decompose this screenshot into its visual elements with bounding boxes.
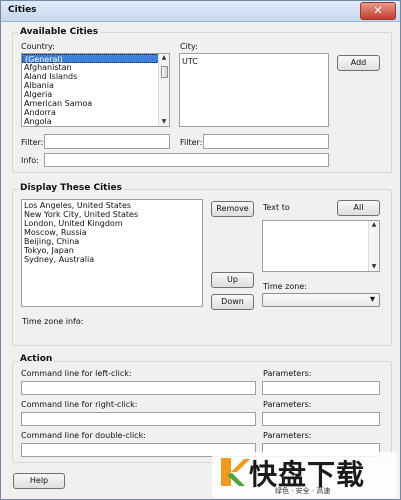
country-scrollbar[interactable]: ▲ ▼	[158, 54, 169, 126]
left-click-label: Command line for left-click:	[21, 369, 132, 378]
city-list[interactable]: UTC	[179, 53, 329, 127]
scroll-down-icon[interactable]: ▼	[160, 118, 168, 126]
kuaipan-watermark: 快盘下载 绿色 · 安全 · 高速	[212, 452, 397, 498]
scroll-up-icon[interactable]: ▲	[160, 54, 168, 62]
country-item[interactable]: Algeria	[22, 90, 169, 99]
filter-city-label: Filter:	[180, 138, 203, 147]
city-label: City:	[180, 42, 198, 51]
left-click-parameters-input[interactable]	[262, 381, 380, 395]
display-city-item[interactable]: Moscow, Russia	[22, 228, 202, 237]
display-cities-title: Display These Cities	[18, 183, 125, 193]
display-city-item[interactable]: Beijing, China	[22, 237, 202, 246]
chevron-down-icon: ▾	[369, 294, 375, 305]
left-click-command-input[interactable]	[21, 381, 256, 395]
time-zone-info-value: -	[78, 317, 81, 326]
time-zone-dropdown[interactable]: ▾	[262, 293, 380, 307]
k-logo-icon	[221, 458, 250, 486]
text-to-field[interactable]: ▲ ▼	[262, 220, 380, 272]
cities-dialog: Cities ✕ Available Cities Country: City:…	[0, 0, 401, 500]
right-click-label: Command line for right-click:	[21, 400, 138, 409]
double-click-label: Command line for double-click:	[21, 431, 146, 440]
display-city-list[interactable]: Los Angeles, United States New York City…	[21, 199, 203, 307]
display-city-item[interactable]: New York City, United States	[22, 210, 202, 219]
country-scroll-thumb[interactable]	[161, 66, 168, 78]
country-list[interactable]: (General) Afghanistan Aland Islands Alba…	[21, 53, 170, 127]
scroll-up-icon[interactable]: ▲	[370, 221, 378, 229]
close-button[interactable]: ✕	[360, 2, 396, 20]
all-button[interactable]: All	[337, 200, 380, 216]
display-city-item[interactable]: Los Angeles, United States	[22, 201, 202, 210]
add-button[interactable]: Add	[337, 55, 380, 71]
country-item[interactable]: Aland Islands	[22, 72, 169, 81]
country-item[interactable]: Angola	[22, 117, 169, 126]
text-to-label: Text to	[263, 203, 290, 212]
right-click-command-input[interactable]	[21, 412, 256, 426]
down-button[interactable]: Down	[211, 294, 254, 310]
up-button[interactable]: Up	[211, 272, 254, 288]
country-item[interactable]: Andorra	[22, 108, 169, 117]
left-click-parameters-label: Parameters:	[263, 369, 312, 378]
country-item[interactable]: American Samoa	[22, 99, 169, 108]
time-zone-info-label: Time zone info:	[22, 317, 84, 326]
available-cities-title: Available Cities	[18, 27, 101, 37]
filter-country-label: Filter:	[21, 138, 44, 147]
city-filter-input[interactable]	[203, 134, 329, 149]
info-label: Info:	[21, 156, 39, 165]
window-title: Cities	[8, 5, 37, 15]
right-click-parameters-label: Parameters:	[263, 400, 312, 409]
country-filter-input[interactable]	[44, 134, 170, 149]
display-city-item[interactable]: Sydney, Australia	[22, 255, 202, 264]
scroll-down-icon[interactable]: ▼	[370, 263, 378, 271]
help-button[interactable]: Help	[13, 473, 65, 489]
country-label: Country:	[21, 42, 55, 51]
display-city-item[interactable]: Tokyo, Japan	[22, 246, 202, 255]
remove-button[interactable]: Remove	[211, 201, 254, 217]
time-zone-label: Time zone:	[263, 282, 307, 291]
city-item[interactable]: UTC	[180, 57, 328, 66]
title-bar: Cities ✕	[1, 1, 400, 22]
country-item[interactable]: Albania	[22, 81, 169, 90]
country-item[interactable]: Afghanistan	[22, 63, 169, 72]
right-click-parameters-input[interactable]	[262, 412, 380, 426]
action-title: Action	[18, 354, 55, 364]
double-click-parameters-label: Parameters:	[263, 431, 312, 440]
info-field	[44, 153, 329, 167]
watermark-subtext: 绿色 · 安全 · 高速	[275, 487, 331, 495]
display-city-item[interactable]: London, United Kingdom	[22, 219, 202, 228]
text-to-scrollbar[interactable]: ▲ ▼	[368, 221, 379, 271]
country-item[interactable]: (General)	[22, 54, 169, 64]
